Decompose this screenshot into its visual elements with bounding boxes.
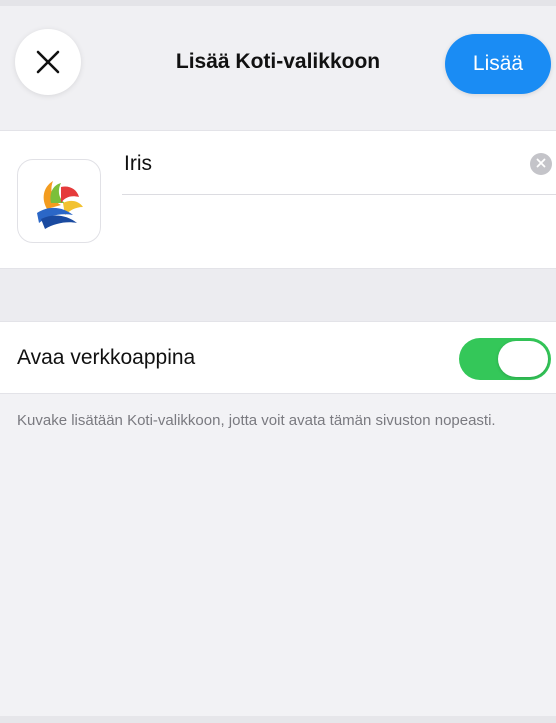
add-button[interactable]: Lisää (445, 34, 551, 94)
open-as-web-app-label: Avaa verkkoappina (17, 346, 196, 369)
add-to-home-screen-sheet: Lisää Koti-valikkoon Lisää Iris Avaa ver… (0, 0, 556, 723)
shortcut-name-card (0, 130, 556, 269)
bottom-edge (0, 716, 556, 723)
toggle-knob (498, 341, 548, 377)
open-as-web-app-toggle[interactable] (459, 338, 551, 380)
section-spacer (0, 269, 556, 321)
close-button[interactable] (15, 29, 81, 95)
clear-text-button[interactable] (530, 153, 552, 175)
open-as-web-app-row: Avaa verkkoappina (0, 321, 556, 394)
name-field-container (122, 131, 556, 195)
clear-icon (536, 155, 546, 173)
sheet-header: Lisää Koti-valikkoon Lisää (0, 6, 556, 130)
footnote-text: Kuvake lisätään Koti-valikkoon, jotta vo… (17, 412, 496, 429)
close-icon (34, 48, 62, 76)
shortcut-name-input[interactable] (122, 149, 502, 179)
iris-app-icon (17, 159, 101, 243)
